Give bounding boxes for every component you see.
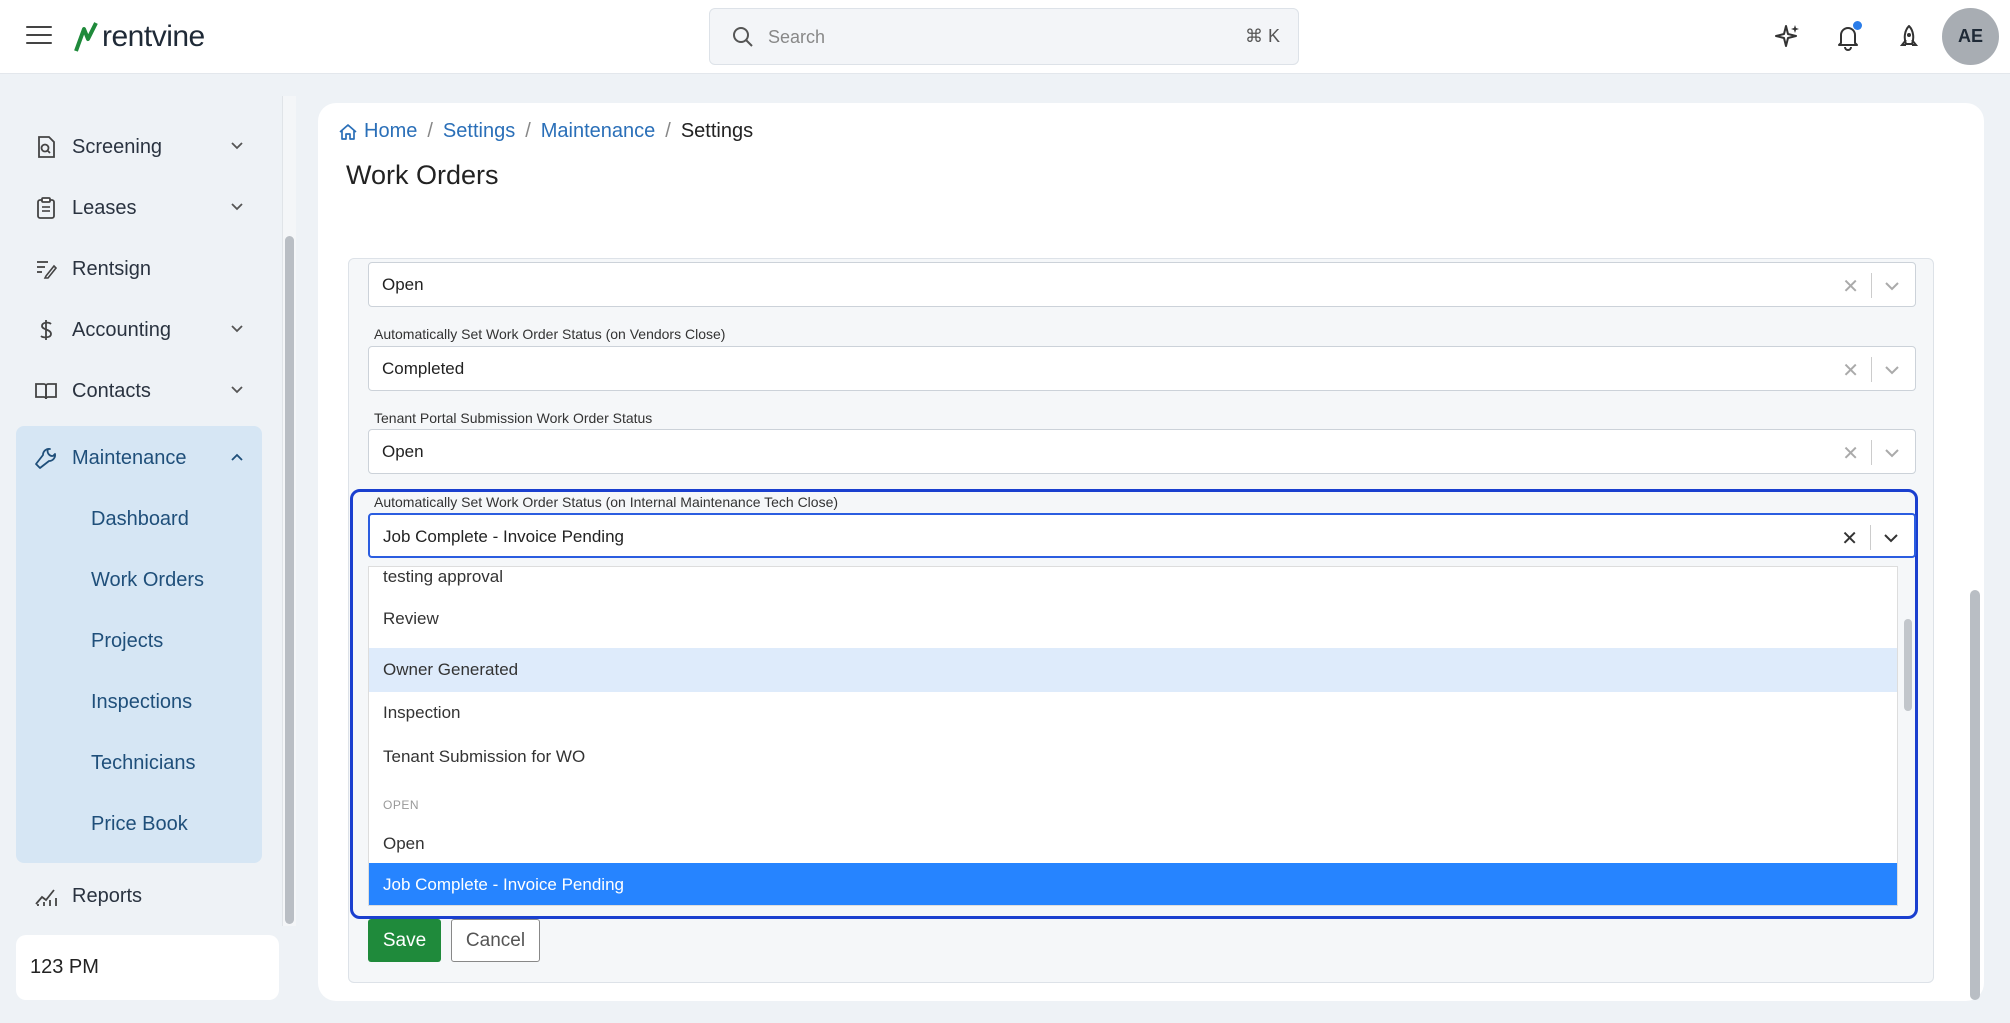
dropdown-option[interactable]: testing approval — [369, 567, 1897, 599]
home-icon[interactable] — [338, 122, 358, 142]
search-placeholder: Search — [768, 27, 826, 47]
notification-dot — [1853, 21, 1862, 30]
sidebar-item-label: Leases — [72, 196, 137, 219]
logo-text: rentvine — [102, 20, 205, 53]
dropdown-scrollbar-thumb[interactable] — [1904, 619, 1912, 711]
logo[interactable]: rentvine — [74, 18, 205, 56]
select-value: Open — [382, 442, 424, 461]
chevron-down-icon — [231, 325, 243, 333]
chevron-up-icon — [231, 453, 243, 461]
sidebar-item-leases[interactable]: Leases — [16, 178, 262, 238]
signature-icon — [37, 261, 58, 279]
chevron-down-icon[interactable] — [1883, 277, 1901, 295]
status-select-default[interactable]: Open ✕ — [368, 262, 1916, 307]
sidebar-item-maintenance[interactable]: Maintenance — [16, 428, 262, 488]
chevron-down-icon — [231, 386, 243, 394]
tenant-portal-status-label: Tenant Portal Submission Work Order Stat… — [374, 410, 653, 426]
sidebar-item-reports[interactable]: Reports — [16, 866, 262, 926]
avatar[interactable]: AE — [1942, 8, 1999, 65]
dollar-icon — [40, 320, 52, 340]
select-divider — [1871, 357, 1872, 382]
page-title: Work Orders — [346, 160, 499, 190]
select-value: Completed — [382, 359, 465, 378]
select-value: Job Complete - Invoice Pending — [383, 527, 624, 546]
chevron-down-icon[interactable] — [1883, 361, 1901, 379]
sidebar-scrollbar-thumb[interactable] — [285, 236, 294, 924]
sidebar-item-accounting[interactable]: Accounting — [16, 300, 262, 360]
top-bar: rentvine Search ⌘ K AE — [0, 0, 2010, 74]
sidebar-item-label: Accounting — [72, 318, 171, 341]
tech-close-status-select[interactable]: Job Complete - Invoice Pending ✕ — [368, 513, 1916, 558]
vendors-close-status-label: Automatically Set Work Order Status (on … — [374, 326, 726, 342]
sidebar-item-screening[interactable]: Screening — [16, 117, 262, 177]
dropdown-option-hovered[interactable]: Owner Generated — [369, 648, 1897, 692]
tenant-portal-status-select[interactable]: Open ✕ — [368, 429, 1916, 474]
search-icon — [733, 27, 753, 47]
sidebar-subitem-inspections[interactable]: Inspections — [91, 691, 192, 714]
cancel-button[interactable]: Cancel — [451, 919, 540, 962]
sidebar-subitem-work-orders[interactable]: Work Orders — [91, 569, 204, 592]
rocket-icon[interactable] — [1894, 22, 1924, 52]
status-label: 123 PM — [30, 956, 99, 978]
status-box[interactable]: 123 PM — [16, 935, 279, 1000]
search-input[interactable]: Search ⌘ K — [709, 8, 1299, 65]
dropdown-option[interactable]: Inspection — [369, 691, 1897, 735]
rentvine-leaf-icon — [74, 22, 98, 52]
dropdown-option[interactable]: Review — [369, 597, 1897, 641]
chevron-down-icon[interactable] — [1883, 444, 1901, 462]
sidebar-item-rentsign[interactable]: Rentsign — [16, 239, 262, 299]
chevron-down-icon — [231, 203, 243, 211]
breadcrumb: Home / Settings / Maintenance / Settings — [338, 120, 753, 143]
chart-icon — [35, 889, 57, 906]
select-divider — [1870, 525, 1871, 550]
vendors-close-status-select[interactable]: Completed ✕ — [368, 346, 1916, 391]
breadcrumb-separator: / — [525, 120, 531, 142]
dropdown-option[interactable]: Tenant Submission for WO — [369, 735, 1897, 779]
sidebar-item-label: Maintenance — [72, 446, 187, 469]
breadcrumb-separator: / — [665, 120, 671, 142]
chevron-down-icon — [231, 142, 243, 150]
breadcrumb-home[interactable]: Home — [364, 120, 417, 143]
sidebar-subitem-projects[interactable]: Projects — [91, 630, 163, 653]
clear-icon[interactable]: ✕ — [1842, 358, 1859, 383]
wrench-icon — [35, 448, 56, 469]
clear-icon[interactable]: ✕ — [1842, 274, 1859, 299]
clipboard-icon — [37, 197, 55, 219]
sidebar-item-label: Contacts — [72, 379, 151, 402]
breadcrumb-maintenance[interactable]: Maintenance — [541, 120, 656, 143]
sparkle-icon[interactable] — [1772, 22, 1802, 52]
select-divider — [1871, 440, 1872, 465]
clear-icon[interactable]: ✕ — [1841, 526, 1858, 551]
sidebar-subitem-dashboard[interactable]: Dashboard — [91, 508, 189, 531]
dropdown-group-label: OPEN — [383, 798, 420, 812]
clear-icon[interactable]: ✕ — [1842, 441, 1859, 466]
chevron-down-icon[interactable] — [1882, 529, 1900, 547]
select-value: Open — [382, 275, 424, 294]
dropdown-option-selected[interactable]: Job Complete - Invoice Pending — [369, 863, 1897, 905]
main-scrollbar-thumb[interactable] — [1970, 590, 1980, 1000]
select-divider — [1871, 273, 1872, 298]
sidebar-item-label: Reports — [72, 884, 143, 907]
save-button[interactable]: Save — [368, 919, 441, 962]
breadcrumb-separator: / — [427, 120, 433, 142]
breadcrumb-current: Settings — [680, 120, 754, 142]
screening-icon — [38, 136, 55, 158]
dropdown-option[interactable]: Open — [369, 822, 1897, 866]
breadcrumb-settings[interactable]: Settings — [443, 120, 515, 143]
bell-icon[interactable] — [1833, 21, 1863, 52]
search-shortcut: ⌘ K — [1244, 26, 1280, 46]
sidebar-subitem-technicians[interactable]: Technicians — [91, 752, 196, 775]
status-dropdown-menu[interactable]: testing approval Review Owner Generated … — [368, 566, 1898, 906]
sidebar-item-label: Rentsign — [72, 257, 151, 280]
tech-close-status-label: Automatically Set Work Order Status (on … — [374, 494, 839, 510]
sidebar-subitem-price-book[interactable]: Price Book — [91, 813, 188, 836]
sidebar-item-label: Screening — [72, 135, 163, 158]
menu-icon[interactable] — [26, 26, 52, 48]
book-icon — [35, 383, 57, 400]
sidebar-item-contacts[interactable]: Contacts — [16, 361, 262, 421]
